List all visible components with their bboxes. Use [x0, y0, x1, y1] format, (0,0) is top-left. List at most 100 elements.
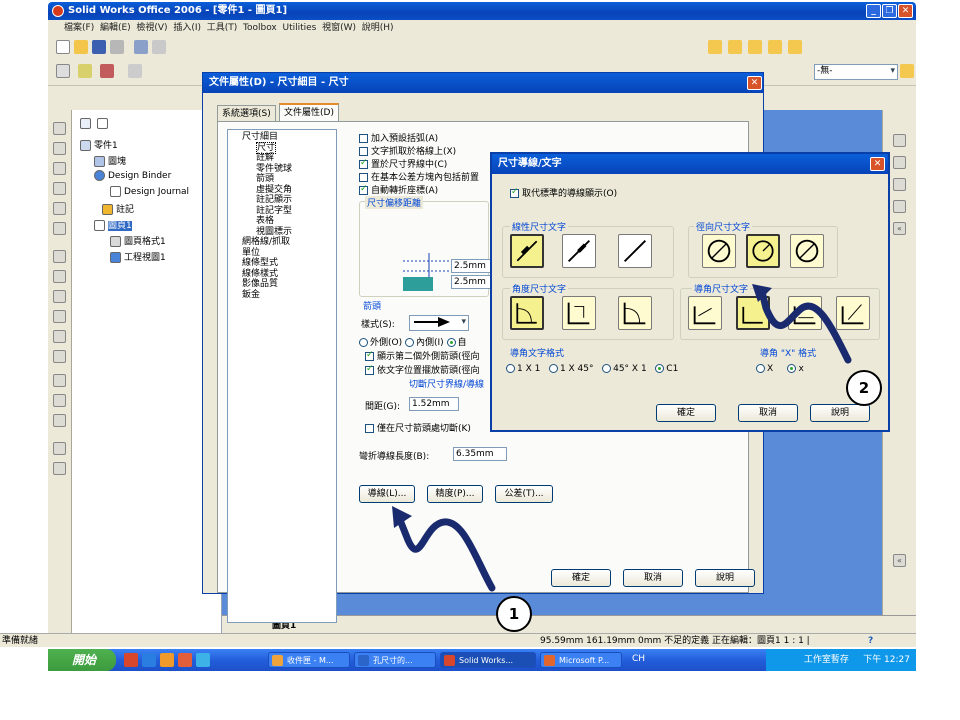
tab-document-properties[interactable]: 文件屬性(D): [279, 103, 339, 122]
menu-file[interactable]: 檔案(F): [64, 23, 94, 33]
print-icon[interactable]: [110, 40, 124, 54]
menu-insert[interactable]: 插入(I): [173, 23, 201, 33]
toolbar-icon-d[interactable]: [768, 40, 782, 54]
close-button[interactable]: ✕: [747, 76, 762, 90]
options-tree-item[interactable]: 零件號球: [228, 164, 336, 175]
quick-launch-icon[interactable]: [178, 653, 192, 667]
checkbox[interactable]: [359, 158, 368, 169]
options-tree-item[interactable]: 單位: [228, 248, 336, 259]
folder-icon[interactable]: [900, 64, 914, 78]
options-tree-item[interactable]: 註記顯示: [228, 195, 336, 206]
menu-tools[interactable]: 工具(T): [207, 23, 238, 33]
tree-item[interactable]: 註記: [102, 202, 134, 215]
quick-launch-icon[interactable]: [160, 653, 174, 667]
style-dropdown[interactable]: -無- ▾: [814, 64, 898, 80]
ok-button[interactable]: 確定: [656, 404, 716, 422]
checkbox[interactable]: [365, 364, 374, 375]
resources-icon[interactable]: [893, 134, 906, 147]
toolbar-icon-e[interactable]: [788, 40, 802, 54]
library-icon[interactable]: [893, 156, 906, 169]
arrow-style-select[interactable]: ▾: [409, 315, 469, 331]
options-tree-item[interactable]: 註記字型: [228, 206, 336, 217]
rail-tool-icon-3[interactable]: [53, 162, 66, 175]
radial-style-1-icon[interactable]: [702, 234, 736, 268]
rail-tool-icon-7[interactable]: [53, 250, 66, 263]
rail-tool-icon-16[interactable]: [53, 442, 66, 455]
angular-style-1-icon[interactable]: [510, 296, 544, 330]
radio[interactable]: [655, 364, 665, 373]
rail-tool-icon-6[interactable]: [53, 222, 66, 235]
palette-icon[interactable]: [893, 200, 906, 213]
language-indicator[interactable]: CH: [632, 654, 645, 664]
options-tree-item[interactable]: 網格線/抓取: [228, 237, 336, 248]
rail-tool-icon-8[interactable]: [53, 270, 66, 283]
copy-icon[interactable]: [152, 40, 166, 54]
cancel-button[interactable]: 取消: [623, 569, 683, 587]
linear-style-2-icon[interactable]: [562, 234, 596, 268]
quick-launch-icon[interactable]: [196, 653, 210, 667]
angular-style-3-icon[interactable]: [618, 296, 652, 330]
radio[interactable]: [602, 364, 612, 373]
check-prefix[interactable]: 在基本公差方塊內包括前置: [359, 170, 479, 183]
open-folder-icon[interactable]: [74, 40, 88, 54]
minimize-button[interactable]: _: [866, 4, 881, 18]
rail-tool-icon-10[interactable]: [53, 310, 66, 323]
toolbar-icon-a[interactable]: [708, 40, 722, 54]
taskbar-item[interactable]: 孔尺寸的...: [354, 652, 436, 668]
tree-item[interactable]: 圖頁1: [94, 218, 132, 231]
angular-style-2-icon[interactable]: [562, 296, 596, 330]
menu-view[interactable]: 檢視(V): [136, 23, 167, 33]
checkbox[interactable]: [359, 184, 368, 195]
quick-launch-icon[interactable]: [142, 653, 156, 667]
sketch-icon[interactable]: [128, 64, 142, 78]
rail-tool-icon-5[interactable]: [53, 202, 66, 215]
annotation-icon[interactable]: [100, 64, 114, 78]
cancel-button[interactable]: 取消: [738, 404, 798, 422]
check-default-brackets[interactable]: 加入預設括弧(A): [359, 131, 438, 144]
collapse-icon[interactable]: «: [893, 554, 906, 567]
options-tree-item[interactable]: 鈑金: [228, 290, 336, 301]
check-override-leader[interactable]: 取代標準的導線顯示(O): [510, 186, 617, 199]
start-button[interactable]: 開始: [48, 649, 116, 671]
taskbar-item[interactable]: Solid Works...: [440, 652, 536, 668]
rail-tool-icon-1[interactable]: [53, 122, 66, 135]
radio[interactable]: [506, 364, 515, 373]
bent-leader-input[interactable]: 6.35mm: [453, 447, 507, 461]
options-tree-item[interactable]: 尺寸: [228, 141, 336, 154]
restore-button[interactable]: ❐: [882, 4, 897, 18]
radio[interactable]: [446, 338, 456, 347]
feature-manager-icon[interactable]: [80, 118, 91, 129]
radio[interactable]: [404, 338, 414, 347]
rail-tool-icon-13[interactable]: [53, 374, 66, 387]
taskbar-item[interactable]: 收件匣 - M...: [268, 652, 350, 668]
menu-toolbox[interactable]: Toolbox: [243, 23, 277, 33]
rail-tool-icon-4[interactable]: [53, 182, 66, 195]
options-tree-item[interactable]: 註解: [228, 153, 336, 164]
radial-style-2-icon[interactable]: [746, 234, 780, 268]
tree-item[interactable]: 圖頁格式1: [110, 234, 166, 247]
check-auto-jog[interactable]: 自動轉折座標(A): [359, 183, 438, 196]
linear-style-1-icon[interactable]: [510, 234, 544, 268]
taskbar-item[interactable]: Microsoft P...: [540, 652, 622, 668]
chamfer-style-1-icon[interactable]: [688, 296, 722, 330]
tree-item[interactable]: Design Binder: [94, 170, 171, 181]
check-second-arrow[interactable]: 顯示第二個外側箭頭(徑向: [365, 349, 480, 362]
rail-tool-icon-9[interactable]: [53, 290, 66, 303]
checkbox[interactable]: [359, 147, 368, 156]
radio[interactable]: [359, 338, 368, 347]
save-icon[interactable]: [92, 40, 106, 54]
checkbox[interactable]: [365, 350, 374, 361]
options-tree-item[interactable]: 視圖標示: [228, 227, 336, 238]
checkbox[interactable]: [359, 134, 368, 143]
rail-tool-icon-15[interactable]: [53, 414, 66, 427]
check-arrow-by-text[interactable]: 依文字位置擺放箭頭(徑向: [365, 363, 480, 376]
options-tree-item[interactable]: 表格: [228, 216, 336, 227]
check-break-only[interactable]: 僅在尺寸箭頭處切斷(K): [365, 421, 471, 434]
property-manager-icon[interactable]: [96, 118, 108, 129]
explorer-icon[interactable]: [893, 178, 906, 191]
help-button[interactable]: 說明: [810, 404, 870, 422]
close-button[interactable]: ✕: [870, 157, 885, 171]
options-tree-item[interactable]: 線條樣式: [228, 269, 336, 280]
rail-tool-icon-17[interactable]: [53, 462, 66, 475]
menu-help[interactable]: 說明(H): [362, 23, 394, 33]
